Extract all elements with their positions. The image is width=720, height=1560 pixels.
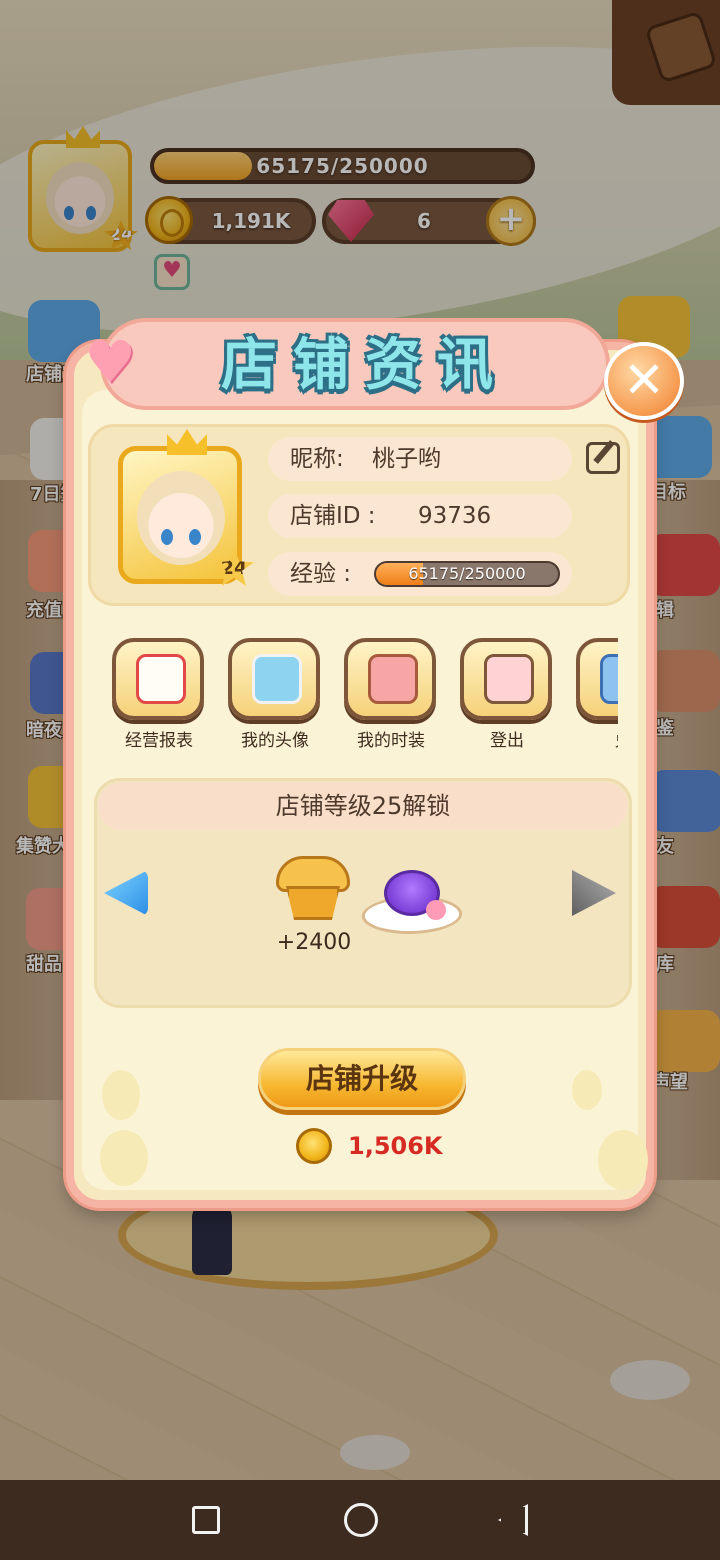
dialog-title: 店铺资讯 [221,333,509,398]
avatar-frame-icon [228,638,320,720]
edit-icon[interactable] [586,442,620,474]
shop-id-value: 93736 [418,503,492,529]
ticket-glyph [600,654,618,704]
bg-blob [572,1070,602,1110]
logout-icon [460,638,552,720]
feature-label: 经营报表 [125,731,193,751]
my-avatar-button[interactable]: 我的头像 [220,630,330,754]
upgrade-shop-button[interactable]: 店铺升级 [258,1048,466,1110]
nickname-value: 桃子哟 [372,446,441,472]
muffin-cup [286,886,340,920]
bg-blob [100,1130,148,1186]
close-button[interactable]: ✕ [604,342,684,420]
chart-glyph [136,654,186,704]
feature-label: 兑 [568,726,619,751]
muffin-icon [276,856,350,922]
upgrade-cost: 1,506K [348,1132,443,1160]
report-chart-icon [112,638,204,720]
bg-blob [598,1130,648,1190]
my-outfit-button[interactable]: 我的时装 [336,630,446,754]
shop-id-label: 店铺ID : [290,503,376,529]
avatar-eye [189,529,201,545]
wardrobe-icon [344,638,436,720]
home-icon[interactable] [344,1503,378,1537]
profile-exp-bar: 65175/250000 [374,561,560,587]
nickname-row: 昵称: 桃子哟 [268,437,572,481]
business-report-button[interactable]: 经营报表 [104,630,214,754]
feature-button-strip[interactable]: 经营报表 我的头像 我的时装 登出 兑 [104,630,618,760]
frame-glyph [252,654,302,704]
feature-label: 我的头像 [241,731,309,751]
mooncake-icon [358,870,466,934]
feature-label: 我的时装 [357,731,425,751]
feature-label: 登出 [490,731,524,751]
avatar-eye [161,529,173,545]
reward-amount: +2400 [276,930,352,955]
flower-icon [426,900,446,920]
back-icon[interactable] [498,1504,528,1536]
logout-button[interactable]: 登出 [452,630,562,754]
coin-icon [296,1128,332,1164]
bg-blob [102,1070,140,1120]
unlock-title: 店铺等级25解锁 [98,782,628,830]
wardrobe-glyph [368,654,418,704]
exchange-icon [576,638,618,720]
recent-apps-icon[interactable] [192,1506,220,1534]
shop-id-row: 店铺ID : 93736 [268,494,572,538]
door-glyph [484,654,534,704]
exchange-button[interactable]: 兑 [568,630,618,754]
avatar-face [137,471,225,565]
exp-label: 经验 : [290,561,352,587]
nickname-label: 昵称: [290,446,344,472]
profile-exp-text: 65175/250000 [408,564,526,583]
